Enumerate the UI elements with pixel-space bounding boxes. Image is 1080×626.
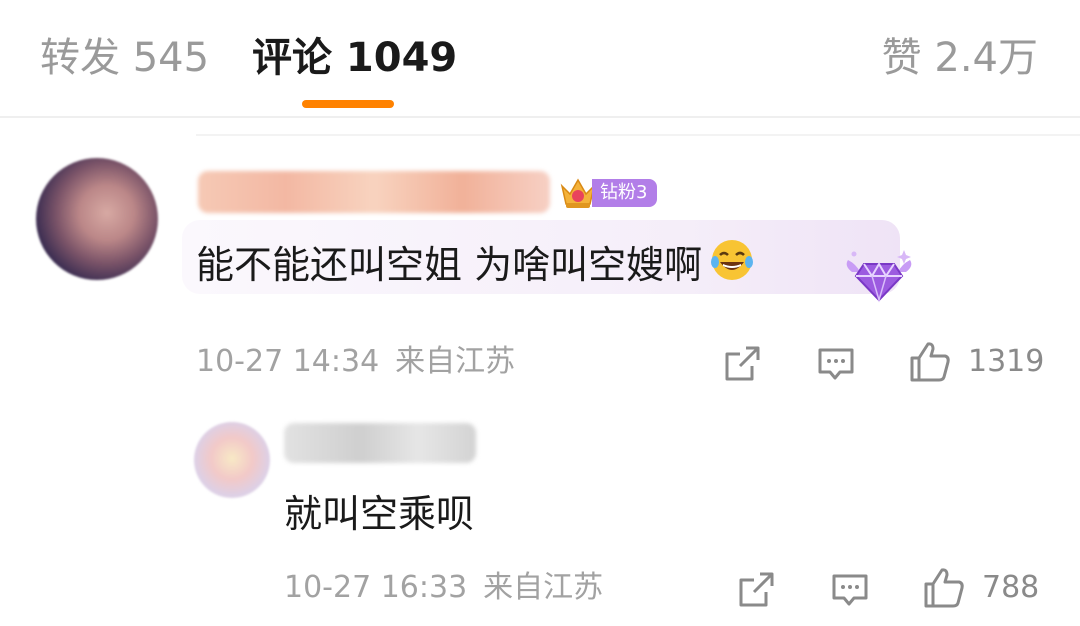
reply-username-blurred[interactable] [284, 423, 476, 463]
reply-date: 10-27 16:33 [284, 570, 468, 605]
tab-comments[interactable]: 评论 1049 [252, 34, 457, 82]
reply-avatar[interactable] [194, 422, 270, 498]
reply-location: 来自江苏 [483, 570, 604, 605]
tab-divider [0, 116, 1080, 118]
like-count: 1319 [968, 344, 1045, 379]
laugh-cry-emoji-icon [711, 240, 754, 280]
comment-icon[interactable] [816, 344, 856, 384]
reply-text[interactable]: 就叫空乘呗 [284, 490, 474, 538]
tab-bar: 转发 545 评论 1049 赞 2.4万 [0, 0, 1080, 116]
reply-meta: 10-27 16:33 来自江苏 [284, 570, 603, 606]
comment-text[interactable]: 能不能还叫空姐 为啥叫空嫂啊 [196, 236, 756, 289]
comment-location: 来自江苏 [395, 344, 516, 379]
tab-reposts[interactable]: 转发 545 [40, 34, 209, 82]
share-icon[interactable] [722, 344, 762, 384]
active-tab-indicator [302, 100, 394, 108]
reply-like-count: 788 [982, 570, 1040, 605]
username-blurred[interactable] [198, 171, 550, 213]
comment-meta: 10-27 14:34 来自江苏 [196, 344, 515, 380]
tab-likes[interactable]: 赞 2.4万 [882, 34, 1038, 82]
fan-badge-label: 钻粉3 [592, 179, 658, 207]
avatar[interactable] [36, 158, 158, 280]
like-icon[interactable] [908, 340, 952, 384]
reply-like-icon[interactable] [922, 566, 966, 610]
vip-gem-icon [846, 250, 912, 303]
list-divider [196, 134, 1080, 136]
comment-text-body: 能不能还叫空姐 为啥叫空嫂啊 [196, 243, 703, 287]
reply-comment-icon[interactable] [830, 570, 870, 610]
reply-share-icon[interactable] [736, 570, 776, 610]
comment-date: 10-27 14:34 [196, 344, 380, 379]
